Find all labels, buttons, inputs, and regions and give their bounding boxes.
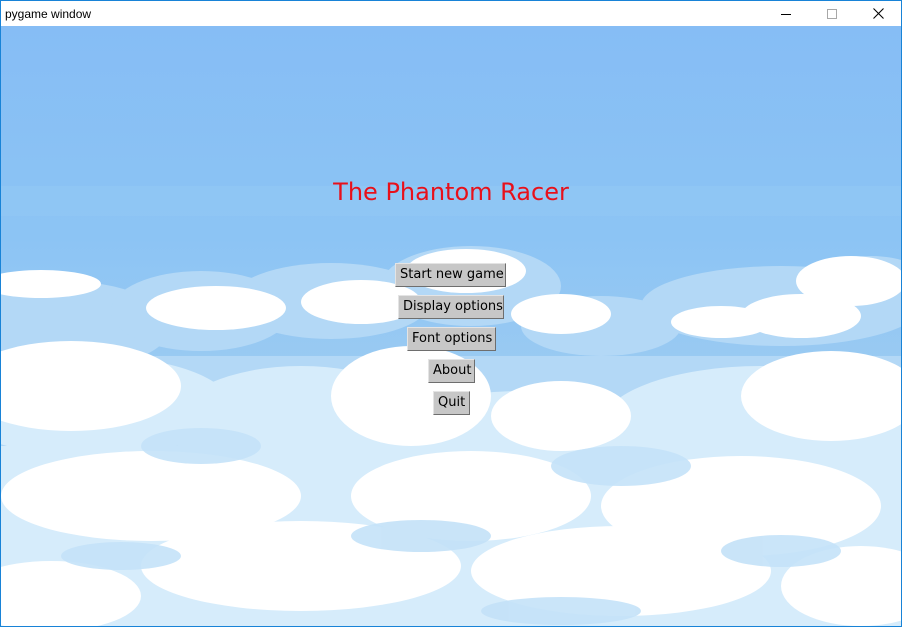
font-options-button[interactable]: Font options: [407, 327, 496, 351]
maximize-icon: [827, 8, 837, 19]
title-bar[interactable]: pygame window: [1, 1, 901, 26]
sky-background: [1, 26, 901, 626]
close-button[interactable]: [855, 1, 901, 26]
window-title: pygame window: [5, 7, 92, 21]
maximize-button[interactable]: [809, 1, 855, 26]
start-new-game-button[interactable]: Start new game: [395, 263, 506, 287]
about-button[interactable]: About: [428, 359, 475, 383]
app-window: pygame window The Phantom Racer Start ne…: [0, 0, 902, 627]
minimize-icon: [781, 13, 791, 15]
quit-button[interactable]: Quit: [433, 391, 470, 415]
game-canvas: The Phantom Racer Start new game Display…: [1, 26, 901, 626]
game-title: The Phantom Racer: [333, 178, 569, 206]
close-icon: [872, 8, 884, 19]
minimize-button[interactable]: [763, 1, 809, 26]
display-options-button[interactable]: Display options: [398, 295, 504, 319]
